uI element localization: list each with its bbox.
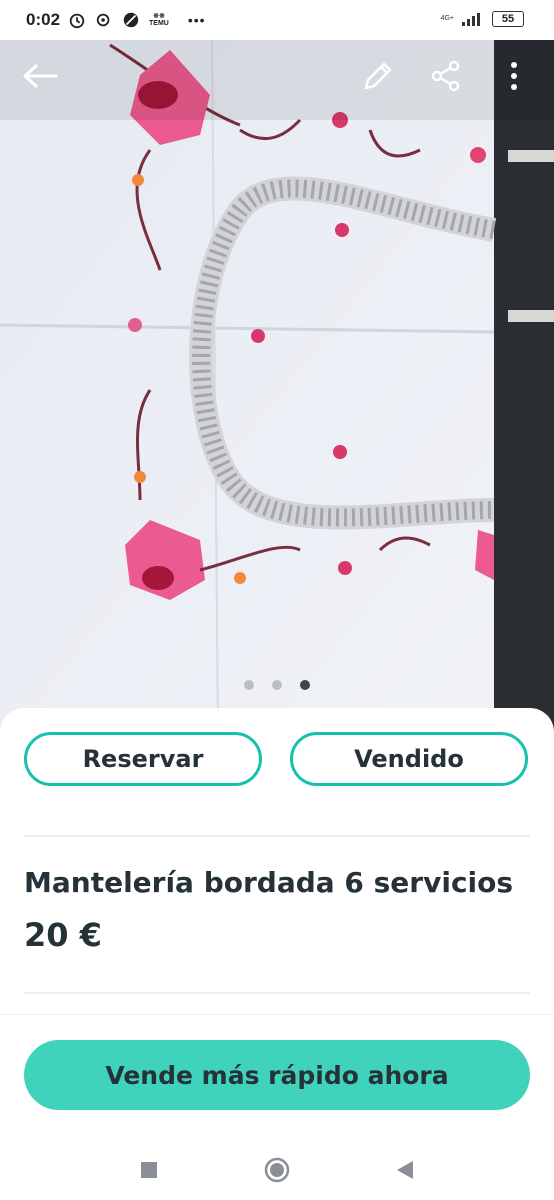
listing-title: Mantelería bordada 6 servicios xyxy=(24,866,514,899)
triangle-back-icon xyxy=(397,1161,413,1179)
divider xyxy=(24,835,530,837)
status-time: 0:02 xyxy=(26,10,61,29)
product-photo[interactable] xyxy=(0,40,554,740)
signal-icon xyxy=(462,13,480,26)
tablecloth-image xyxy=(0,40,554,740)
circle-icon xyxy=(264,1157,290,1183)
recents-button[interactable] xyxy=(135,1156,163,1184)
system-nav-bar xyxy=(0,1140,554,1200)
alarm-icon xyxy=(69,13,85,29)
sold-button[interactable]: Vendido xyxy=(290,732,528,786)
edit-pencil-icon xyxy=(364,62,392,90)
square-icon xyxy=(141,1162,157,1178)
battery-icon: 55 xyxy=(492,11,524,27)
notification-icon xyxy=(96,13,110,27)
status-notifications: ※※ TEMU ••• xyxy=(68,11,206,29)
edit-button[interactable] xyxy=(358,56,398,96)
pager-dot-active[interactable] xyxy=(300,680,310,690)
divider xyxy=(24,992,530,994)
sell-faster-button[interactable]: Vende más rápido ahora xyxy=(24,1040,530,1110)
more-notifications-icon: ••• xyxy=(187,12,206,28)
share-button[interactable] xyxy=(426,56,466,96)
listing-price: 20 € xyxy=(24,916,102,954)
pager-dot[interactable] xyxy=(244,680,254,690)
more-vertical-icon xyxy=(511,62,517,90)
back-arrow-icon xyxy=(23,64,58,88)
back-button[interactable] xyxy=(20,56,60,96)
status-right: 4G+ 55 xyxy=(441,11,524,27)
reserve-button[interactable]: Reservar xyxy=(24,732,262,786)
share-icon xyxy=(431,60,460,92)
app-icon xyxy=(123,12,139,28)
status-bar: 0:02 ※※ TEMU ••• 4G+ 55 xyxy=(0,0,554,40)
network-type: 4G+ xyxy=(440,15,454,22)
image-pager xyxy=(0,680,554,690)
back-nav-button[interactable] xyxy=(391,1156,419,1184)
temu-icon: ※※ TEMU xyxy=(149,13,169,27)
temu-label: TEMU xyxy=(149,20,169,27)
more-options-button[interactable] xyxy=(494,56,534,96)
pager-dot[interactable] xyxy=(272,680,282,690)
home-button[interactable] xyxy=(263,1156,291,1184)
